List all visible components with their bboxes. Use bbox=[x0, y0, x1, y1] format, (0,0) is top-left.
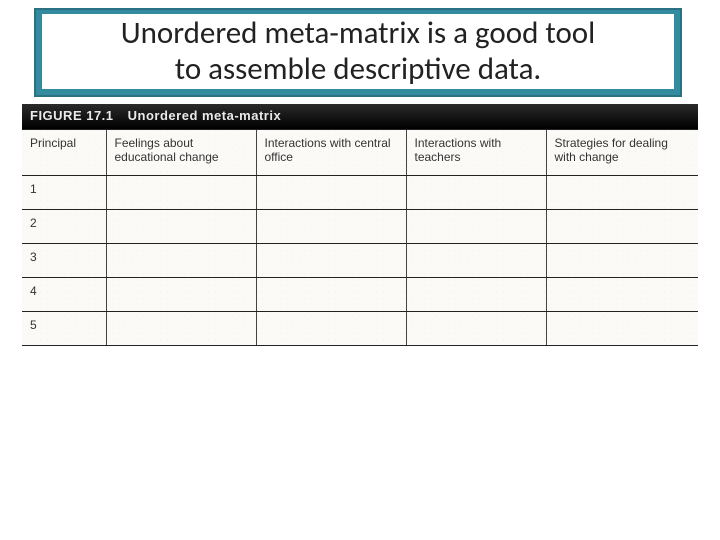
col-header-strategies: Strategies for dealing with change bbox=[546, 130, 698, 176]
cell bbox=[546, 176, 698, 210]
meta-matrix-table: Principal Feelings about educational cha… bbox=[22, 129, 698, 346]
table-row: 4 bbox=[22, 278, 698, 312]
slide-title: Unordered meta-matrix is a good tool to … bbox=[42, 14, 674, 89]
table-row: 3 bbox=[22, 244, 698, 278]
cell bbox=[406, 210, 546, 244]
figure-image: FIGURE 17.1 Unordered meta-matrix Princi… bbox=[22, 104, 698, 346]
row-label: 1 bbox=[22, 176, 106, 210]
col-header-feelings: Feelings about educational change bbox=[106, 130, 256, 176]
figure-number: FIGURE 17.1 bbox=[30, 108, 114, 123]
cell bbox=[546, 244, 698, 278]
figure-caption-bar: FIGURE 17.1 Unordered meta-matrix bbox=[22, 104, 698, 129]
table-row: 5 bbox=[22, 312, 698, 346]
cell bbox=[106, 210, 256, 244]
table-row: 1 bbox=[22, 176, 698, 210]
cell bbox=[106, 244, 256, 278]
cell bbox=[256, 244, 406, 278]
row-label: 4 bbox=[22, 278, 106, 312]
table-row: 2 bbox=[22, 210, 698, 244]
col-header-principal: Principal bbox=[22, 130, 106, 176]
figure-title: Unordered meta-matrix bbox=[128, 108, 282, 123]
cell bbox=[256, 210, 406, 244]
cell bbox=[106, 176, 256, 210]
col-header-central-office: Interactions with central office bbox=[256, 130, 406, 176]
title-line-1: Unordered meta-matrix is a good tool bbox=[121, 14, 596, 52]
cell bbox=[106, 278, 256, 312]
title-line-2: to assemble descriptive data. bbox=[175, 50, 542, 88]
cell bbox=[406, 312, 546, 346]
cell bbox=[546, 210, 698, 244]
slide: Unordered meta-matrix is a good tool to … bbox=[0, 0, 720, 540]
row-label: 5 bbox=[22, 312, 106, 346]
cell bbox=[406, 244, 546, 278]
cell bbox=[106, 312, 256, 346]
cell bbox=[256, 176, 406, 210]
row-label: 2 bbox=[22, 210, 106, 244]
cell bbox=[256, 312, 406, 346]
cell bbox=[406, 176, 546, 210]
header-row: Principal Feelings about educational cha… bbox=[22, 130, 698, 176]
cell bbox=[546, 278, 698, 312]
title-panel: Unordered meta-matrix is a good tool to … bbox=[34, 8, 682, 97]
row-label: 3 bbox=[22, 244, 106, 278]
cell bbox=[546, 312, 698, 346]
col-header-teachers: Interactions with teachers bbox=[406, 130, 546, 176]
cell bbox=[406, 278, 546, 312]
cell bbox=[256, 278, 406, 312]
